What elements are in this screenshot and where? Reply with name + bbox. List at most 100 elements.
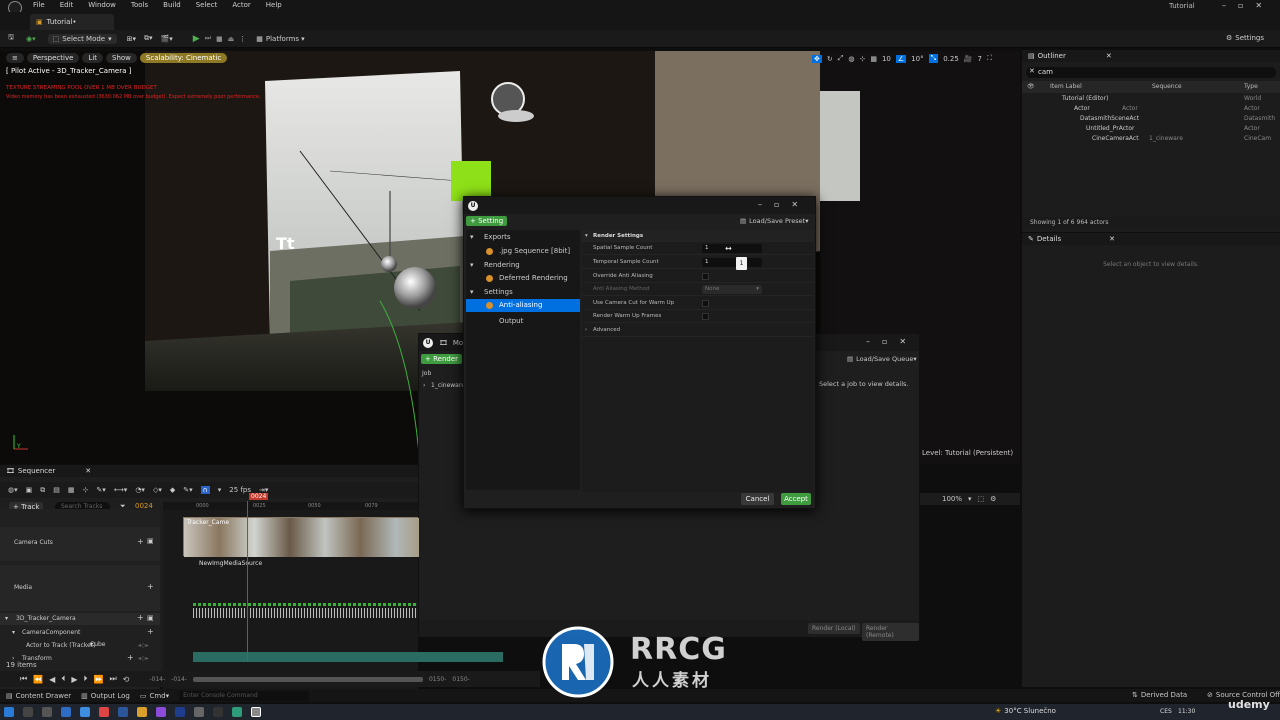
timeline-scrollbar[interactable]	[192, 676, 423, 682]
maximize-viewport-icon[interactable]: ⛶	[987, 54, 992, 63]
add-icon[interactable]: +	[137, 613, 144, 622]
console-input[interactable]: Enter Console Command	[179, 690, 310, 701]
sequencer-timeline[interactable]: 0000 0025 0050 0079 Tracker_Came NewImgM…	[163, 493, 503, 689]
column-sequence[interactable]: Sequence	[1152, 83, 1182, 90]
transform-keyframes[interactable]	[193, 608, 418, 618]
app-icon[interactable]	[213, 707, 223, 717]
camera-cut-clip[interactable]: Tracker_Came	[183, 517, 419, 557]
keyframe-icon[interactable]: ◇▾	[153, 486, 162, 494]
menu-actor[interactable]: Actor	[232, 1, 250, 9]
save-icon[interactable]: ▣	[26, 486, 33, 494]
key-nav-icons[interactable]: ◂◇▸	[138, 655, 149, 662]
outliner-row[interactable]: DatasmithSceneAct Datasmith	[1022, 114, 1280, 124]
close-icon[interactable]: ✕	[899, 337, 906, 346]
advanced-section[interactable]: › Advanced	[582, 324, 814, 337]
scale-value[interactable]: 0.25	[943, 55, 959, 63]
output-log-button[interactable]: ▥ Output Log	[81, 692, 130, 700]
minimize-icon[interactable]: –	[866, 337, 870, 346]
stop-icon[interactable]: ■	[216, 35, 223, 43]
surface-snap-icon[interactable]: ⊹	[859, 55, 865, 63]
find-icon[interactable]: ⧉	[40, 486, 45, 495]
track-actor-to-track[interactable]: Actor to Track (Tracker) ⬡ Cube ▾ ◂◇▸	[0, 640, 160, 652]
render-icon[interactable]: ▦	[68, 486, 75, 494]
view-end-value[interactable]: 0150-	[429, 676, 446, 683]
track-media[interactable]: Media +	[0, 565, 160, 611]
content-drawer-button[interactable]: ▤ Content Drawer	[6, 692, 71, 700]
platforms-dropdown[interactable]: ▦ Platforms ▾	[256, 35, 304, 43]
track-camera-cuts[interactable]: Camera Cuts + ▣	[0, 527, 160, 561]
menu-file[interactable]: File	[33, 1, 45, 9]
interp-icon[interactable]: ◆	[170, 486, 175, 494]
world-icon[interactable]: ◍▾	[8, 486, 18, 494]
scale-snap-icon[interactable]: ⤡	[928, 54, 939, 63]
view-icon[interactable]: ⟷▾	[114, 486, 128, 494]
menu-build[interactable]: Build	[163, 1, 181, 9]
temporal-sample-count-input[interactable]: 1	[702, 258, 762, 267]
maximize-icon[interactable]: ▫	[1238, 1, 1243, 10]
add-setting-button[interactable]: + Setting	[466, 216, 508, 226]
load-save-queue-button[interactable]: ▤ Load/Save Queue ▾	[847, 355, 917, 363]
accept-button[interactable]: Accept	[781, 493, 811, 505]
chrome-icon[interactable]	[99, 707, 109, 717]
column-type[interactable]: Type	[1244, 83, 1258, 90]
settings-icon[interactable]: ⚙	[990, 495, 996, 503]
render-local-button[interactable]: Render (Local)	[808, 623, 860, 634]
visibility-icon[interactable]: 👁	[1027, 83, 1035, 90]
scalability-button[interactable]: Scalability: Cinematic	[139, 53, 228, 63]
app-icon[interactable]	[232, 707, 242, 717]
perspective-button[interactable]: Perspective	[26, 53, 80, 63]
menu-select[interactable]: Select	[196, 1, 218, 9]
camera-icon[interactable]: ▣	[147, 614, 154, 622]
cinematics-icon[interactable]: 🎬▾	[161, 35, 173, 43]
explorer-icon[interactable]	[61, 707, 71, 717]
load-save-preset-button[interactable]: ▤ Load/Save Preset ▾	[740, 217, 809, 225]
column-item-label[interactable]: Item Label	[1050, 83, 1082, 90]
track-camera-component[interactable]: ▾ CameraComponent +	[0, 627, 160, 639]
maximize-icon[interactable]: ▫	[774, 200, 779, 209]
step-back-icon[interactable]: ⏴	[61, 674, 65, 684]
cancel-button[interactable]: Cancel	[741, 493, 774, 505]
world-icon[interactable]: ◍	[848, 55, 854, 63]
expand-icon[interactable]: ›	[423, 382, 425, 389]
tree-group-settings[interactable]: ▾ Settings	[466, 286, 580, 299]
blueprint-icon[interactable]: ⧉▾	[144, 34, 153, 43]
folder-icon[interactable]	[137, 707, 147, 717]
camera-keyframes[interactable]	[193, 603, 418, 606]
use-camera-cut-checkbox[interactable]	[702, 300, 709, 307]
save-icon[interactable]: 🖫	[8, 33, 14, 44]
skip-end-icon[interactable]: ⏭	[109, 674, 116, 684]
play-options-icon[interactable]: ⋮	[239, 35, 246, 43]
clear-search-icon[interactable]: ✕	[1029, 67, 1035, 75]
word-icon[interactable]	[118, 707, 128, 717]
film-icon[interactable]: ▤	[53, 486, 60, 494]
override-anti-aliasing-checkbox[interactable]	[702, 273, 709, 280]
taskview-icon[interactable]	[42, 707, 52, 717]
view-start-value[interactable]: -014-	[171, 676, 187, 683]
step-icon[interactable]: ⏭	[205, 34, 211, 43]
derived-data-button[interactable]: ⇅ Derived Data	[1132, 691, 1187, 699]
spatial-sample-count-input[interactable]: 1	[702, 244, 762, 253]
key-icon[interactable]: ✎▾	[96, 486, 105, 494]
reverse-play-icon[interactable]: ◀	[49, 675, 55, 684]
camera-speed-icon[interactable]: 🎥	[964, 55, 973, 63]
tracking-track-bar[interactable]	[193, 652, 503, 662]
language-indicator[interactable]: CES	[1160, 708, 1172, 715]
scale-icon[interactable]: ⤢	[838, 54, 844, 63]
angle-value[interactable]: 10°	[911, 55, 923, 63]
viewport-menu-button[interactable]: ≡	[6, 53, 24, 63]
render-settings-section[interactable]: ▾ Render Settings	[582, 230, 814, 242]
zoom-value[interactable]: 100%	[942, 495, 962, 503]
settings-button[interactable]: ⚙ Settings	[1226, 34, 1264, 42]
tab-tutorial[interactable]: ▣ Tutorial•	[30, 14, 114, 30]
auto-key-icon[interactable]: ✎▾	[183, 486, 192, 494]
start-icon[interactable]	[4, 707, 14, 717]
show-button[interactable]: Show	[106, 53, 137, 63]
step-forward-icon[interactable]: ⏵	[83, 674, 87, 684]
outliner-search-input[interactable]: ✕ cam	[1026, 67, 1276, 78]
play-icon[interactable]: ▶	[71, 675, 77, 684]
outliner-row[interactable]: CineCameraAct 1_cineware CineCam	[1022, 134, 1280, 144]
minimize-icon[interactable]: –	[758, 200, 762, 209]
loop-icon[interactable]: ⟲	[123, 675, 130, 684]
camera-icon[interactable]: ▣	[147, 537, 154, 545]
camera-speed-value[interactable]: 7	[978, 55, 982, 63]
